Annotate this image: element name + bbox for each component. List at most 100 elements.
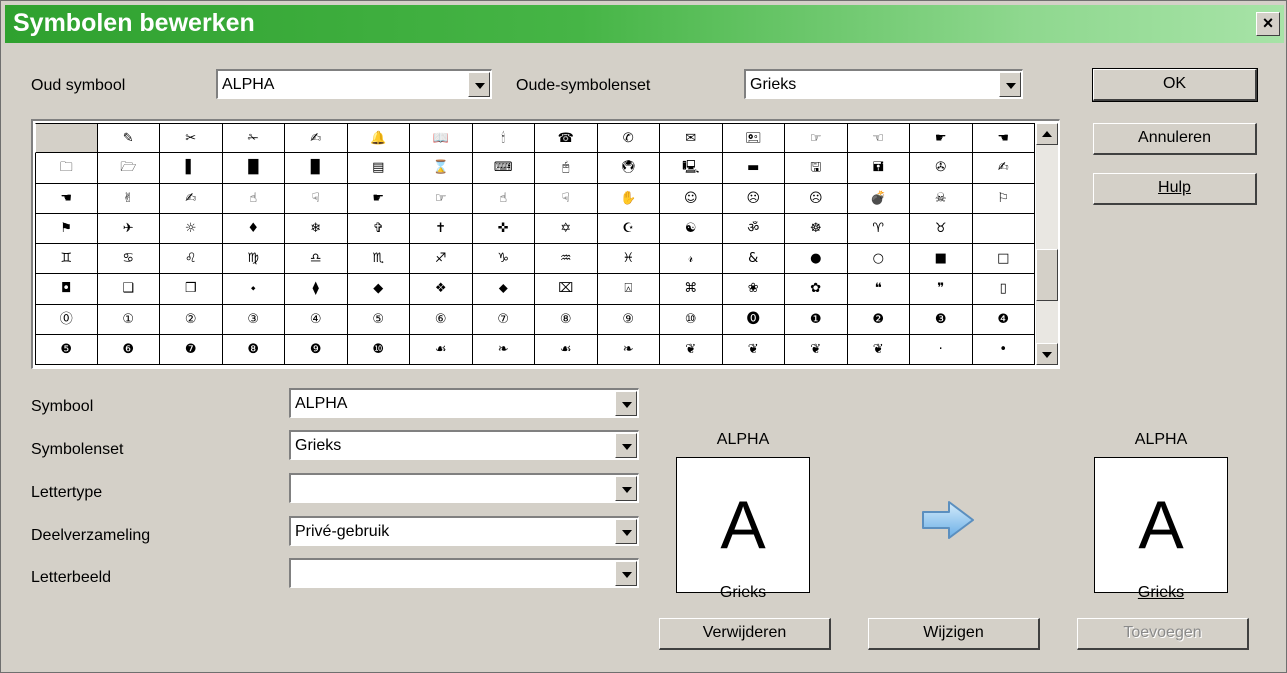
scroll-up-button[interactable] xyxy=(1036,123,1058,145)
symbol-cell[interactable]: ❀ xyxy=(722,274,785,305)
old-symbol-set-combo[interactable]: Grieks xyxy=(744,69,1023,99)
chevron-down-icon[interactable] xyxy=(468,72,490,97)
symbol-cell[interactable]: ❺ xyxy=(35,334,98,365)
symbol-cell[interactable]: · xyxy=(910,334,973,365)
symbol-cell[interactable]: ♦ xyxy=(222,213,285,244)
symbol-cell[interactable]: ❧ xyxy=(472,334,535,365)
symbol-cell[interactable]: ॐ xyxy=(722,213,785,244)
symbol-cell[interactable]: ❦ xyxy=(660,334,723,365)
symbol-cell[interactable]: ☺ xyxy=(660,183,723,214)
symbol-cell[interactable]: ❑ xyxy=(97,274,160,305)
symbol-cell[interactable]: & xyxy=(722,244,785,275)
symbol-cell[interactable]: ☛ xyxy=(347,183,410,214)
symbol-cell[interactable]: 🖳 xyxy=(660,153,723,184)
symbol-cell[interactable]: ⧫ xyxy=(285,274,348,305)
scroll-down-button[interactable] xyxy=(1036,343,1058,365)
symbol-cell[interactable]: ♐ xyxy=(410,244,473,275)
chevron-down-icon[interactable] xyxy=(615,561,637,586)
symbol-cell[interactable] xyxy=(35,123,98,154)
symbol-cell[interactable]: 🖬 xyxy=(847,153,910,184)
symbol-cell[interactable]: ▬ xyxy=(722,153,785,184)
symbol-cell[interactable]: ❒ xyxy=(160,274,223,305)
symbol-cell[interactable]: ⑩ xyxy=(660,304,723,335)
symbol-cell[interactable]: ✿ xyxy=(785,274,848,305)
chevron-down-icon[interactable] xyxy=(615,433,637,458)
symbol-cell[interactable]: ⌧ xyxy=(535,274,598,305)
symbol-cell[interactable]: ✇ xyxy=(910,153,973,184)
symbol-cell[interactable]: ♍ xyxy=(222,244,285,275)
symbol-cell[interactable]: ☹ xyxy=(785,183,848,214)
symbol-cell[interactable]: 🕯 xyxy=(472,123,535,154)
symbol-combo[interactable]: ALPHA xyxy=(289,388,639,418)
symbol-cell[interactable]: • xyxy=(972,334,1035,365)
symbol-cell[interactable]: ▯ xyxy=(972,274,1035,305)
symbol-cell[interactable]: ✍ xyxy=(972,153,1035,184)
symbol-cell[interactable]: ② xyxy=(160,304,223,335)
symbol-cell[interactable]: ❼ xyxy=(160,334,223,365)
symbol-cell[interactable]: 📖 xyxy=(410,123,473,154)
symbol-cell[interactable]: ⑧ xyxy=(535,304,598,335)
symbol-cell[interactable]: ❦ xyxy=(847,334,910,365)
symbol-cell[interactable]: 🗀 xyxy=(35,153,98,184)
symbol-cell[interactable]: ⬥ xyxy=(472,274,535,305)
symbol-cell[interactable]: ♌ xyxy=(160,244,223,275)
symbol-cell[interactable]: ❽ xyxy=(222,334,285,365)
symbol-cell[interactable]: ❖ xyxy=(410,274,473,305)
cancel-button[interactable]: Annuleren xyxy=(1093,123,1257,155)
symbol-cell[interactable]: ⑨ xyxy=(597,304,660,335)
symbol-cell[interactable]: ☸ xyxy=(785,213,848,244)
symbol-cell[interactable]: ♋ xyxy=(97,244,160,275)
symbol-cell[interactable]: ○ xyxy=(847,244,910,275)
font-combo[interactable] xyxy=(289,473,639,503)
symbol-cell[interactable]: ⑤ xyxy=(347,304,410,335)
symbol-cell[interactable]: ☪ xyxy=(597,213,660,244)
title-bar[interactable]: Symbolen bewerken × xyxy=(5,5,1284,43)
symbol-cell[interactable]: ▌ xyxy=(160,153,223,184)
symbol-cell[interactable]: ⑦ xyxy=(472,304,535,335)
symbol-cell[interactable]: ♑ xyxy=(472,244,535,275)
symbol-cell[interactable]: ▤ xyxy=(347,153,410,184)
old-symbol-combo[interactable]: ALPHA xyxy=(216,69,492,99)
symbol-cell[interactable]: ☙ xyxy=(410,334,473,365)
symbol-cell[interactable]: ♒ xyxy=(535,244,598,275)
symbol-cell[interactable]: ☚ xyxy=(35,183,98,214)
symbol-cell[interactable]: ❝ xyxy=(847,274,910,305)
symbol-cell[interactable]: ✝ xyxy=(410,213,473,244)
symbol-cell[interactable]: ♎ xyxy=(285,244,348,275)
modify-button[interactable]: Wijzigen xyxy=(868,618,1040,650)
symbol-cell[interactable]: ☝ xyxy=(222,183,285,214)
symbol-cell[interactable]: □ xyxy=(972,244,1035,275)
symbol-cell[interactable]: ♊ xyxy=(35,244,98,275)
symbol-cell[interactable]: ⓪ xyxy=(35,304,98,335)
symbol-cell[interactable]: ☼ xyxy=(160,213,223,244)
symbol-cell[interactable]: ❾ xyxy=(285,334,348,365)
symbol-cell[interactable]: ✈ xyxy=(97,213,160,244)
chevron-down-icon[interactable] xyxy=(615,391,637,416)
symbol-cell[interactable]: ✂ xyxy=(160,123,223,154)
chevron-down-icon[interactable] xyxy=(615,519,637,544)
subset-combo[interactable]: Privé-gebruik xyxy=(289,516,639,546)
symbol-cell[interactable]: ◆ xyxy=(347,274,410,305)
symbol-cell[interactable]: 🗁 xyxy=(97,153,160,184)
delete-button[interactable]: Verwijderen xyxy=(659,618,831,650)
symbol-cell[interactable]: ☛ xyxy=(910,123,973,154)
symbol-cell[interactable]: ❶ xyxy=(785,304,848,335)
symbol-cell[interactable]: 🖭 xyxy=(722,123,785,154)
symbol-cell[interactable]: ☞ xyxy=(410,183,473,214)
add-button[interactable]: Toevoegen xyxy=(1077,618,1249,650)
symbol-cell[interactable]: ❹ xyxy=(972,304,1035,335)
symbol-cell[interactable]: ✜ xyxy=(472,213,535,244)
symbol-cell[interactable]: █ xyxy=(222,153,285,184)
symbol-cell[interactable]: ☜ xyxy=(847,123,910,154)
symbol-cell[interactable]: 𝓇 xyxy=(660,244,723,275)
symbol-cell[interactable]: 💣 xyxy=(847,183,910,214)
symbol-cell[interactable]: ❄ xyxy=(285,213,348,244)
symbol-cell[interactable]: ■ xyxy=(910,244,973,275)
symbol-cell[interactable]: ⚑ xyxy=(35,213,98,244)
symbol-cell[interactable]: ☟ xyxy=(535,183,598,214)
symbol-cell[interactable]: ♉ xyxy=(910,213,973,244)
help-button[interactable]: Hulp xyxy=(1093,173,1257,205)
chevron-down-icon[interactable] xyxy=(615,476,637,501)
symbol-cell[interactable]: 🖲 xyxy=(597,153,660,184)
symbol-cell[interactable]: ⍓ xyxy=(597,274,660,305)
